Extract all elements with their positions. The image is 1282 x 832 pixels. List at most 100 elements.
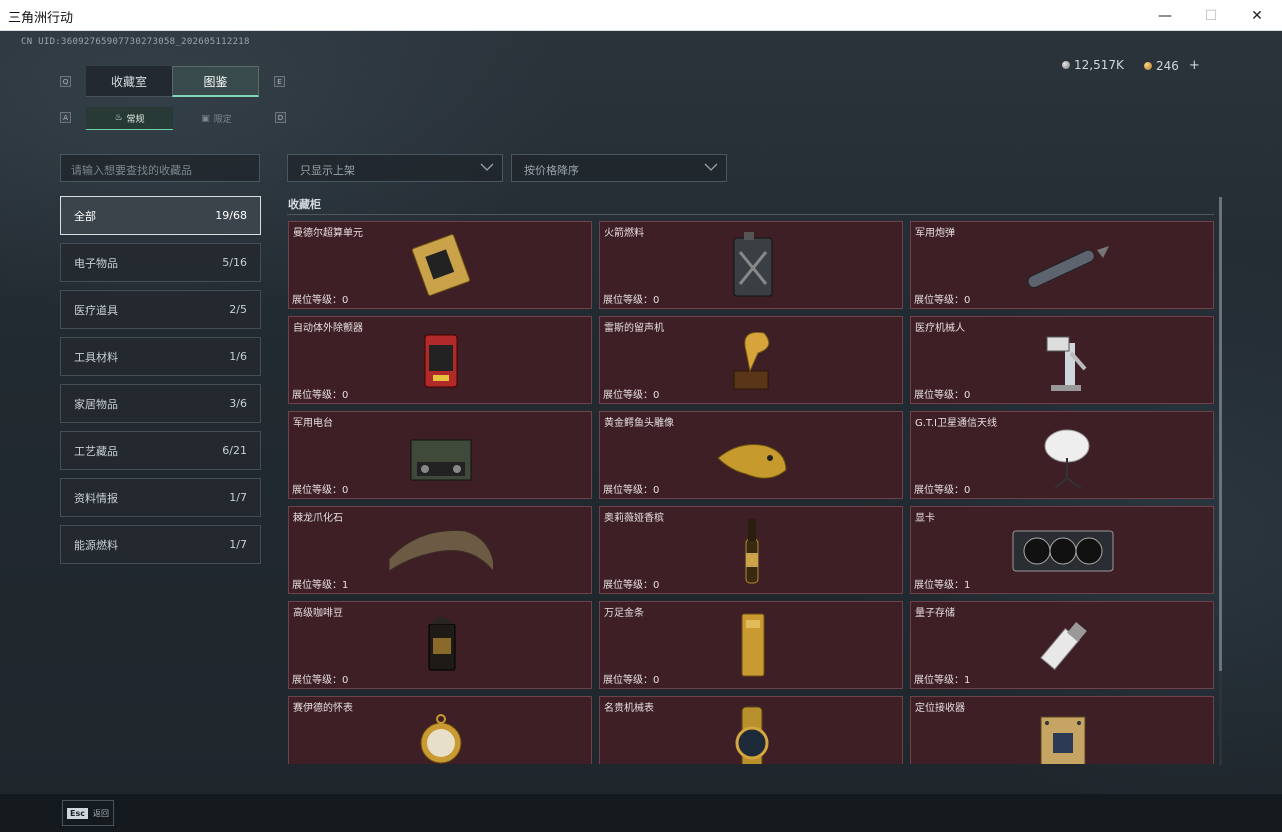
- collection-card[interactable]: 定位接收器: [910, 696, 1214, 764]
- item-level: 展位等级：0: [603, 386, 659, 401]
- category-item[interactable]: 资料情报 1/7: [60, 478, 261, 517]
- back-button[interactable]: Esc 返回: [62, 800, 114, 826]
- collection-card[interactable]: 军用炮弹展位等级：0: [910, 221, 1214, 309]
- chevron-down-icon: [480, 163, 494, 171]
- level-value: 0: [342, 295, 349, 306]
- collection-card[interactable]: 黄金鳄鱼头雕像 展位等级：0: [599, 411, 903, 499]
- item-level: 展位等级：0: [914, 481, 970, 496]
- item-name: 军用电台: [293, 418, 333, 429]
- item-name: 名贵机械表: [604, 703, 654, 714]
- item-name: 军用炮弹: [915, 228, 955, 239]
- category-count: 1/7: [229, 538, 247, 551]
- search-input[interactable]: 请输入想要查找的收藏品: [60, 154, 260, 182]
- item-name: 黄金鳄鱼头雕像: [604, 418, 674, 429]
- level-prefix: 展位等级：: [914, 675, 964, 686]
- level-value: 0: [653, 295, 660, 306]
- collection-grid: 曼德尔超算单元 展位等级：0 火箭燃料 展位等级：0 军用炮弹 展位等级：0 自动体外除颤器…: [287, 221, 1214, 764]
- level-prefix: 展位等级：: [603, 675, 653, 686]
- category-item[interactable]: 电子物品 5/16: [60, 243, 261, 282]
- collection-card[interactable]: 赛伊德的怀表: [288, 696, 592, 764]
- champagne-icon: [700, 513, 804, 587]
- level-prefix: 展位等级：: [292, 675, 342, 686]
- flame-icon: ♨: [114, 113, 123, 123]
- item-name: 显卡: [915, 513, 935, 524]
- maximize-button[interactable]: ☐: [1188, 0, 1234, 31]
- tab-collection-room[interactable]: 收藏室: [86, 66, 172, 97]
- category-item[interactable]: 工艺藏品 6/21: [60, 431, 261, 470]
- item-level: 展位等级：0: [914, 291, 970, 306]
- collection-card[interactable]: 名贵机械表: [599, 696, 903, 764]
- level-prefix: 展位等级：: [603, 295, 653, 306]
- filter-shelf-dropdown[interactable]: 只显示上架: [287, 154, 503, 182]
- item-name: 医疗机械人: [915, 323, 965, 334]
- item-level: 展位等级：1: [914, 576, 970, 591]
- bottom-bar: [0, 794, 1282, 832]
- item-name: 棘龙爪化石: [293, 513, 343, 524]
- gold-coin-icon: [1144, 61, 1152, 70]
- sort-dropdown[interactable]: 按价格降序: [511, 154, 727, 182]
- key-hint-next-tab: E: [274, 76, 285, 87]
- category-label: 电子物品: [74, 256, 118, 270]
- key-hint-prev-tab: Q: [60, 76, 71, 87]
- item-level: 展位等级：0: [603, 291, 659, 306]
- item-name: 火箭燃料: [604, 228, 644, 239]
- item-level: 展位等级：1: [914, 671, 970, 686]
- collection-card[interactable]: G.T.I卫星通信天线 展位等级：0: [910, 411, 1214, 499]
- subtab-regular[interactable]: ♨ 常规: [86, 107, 173, 130]
- category-item[interactable]: 家居物品 3/6: [60, 384, 261, 423]
- level-value: 0: [342, 485, 349, 496]
- item-name: 量子存储: [915, 608, 955, 619]
- level-value: 0: [653, 485, 660, 496]
- subtab-regular-label: 常规: [126, 114, 145, 125]
- category-item[interactable]: 医疗道具 2/5: [60, 290, 261, 329]
- close-button[interactable]: ✕: [1234, 0, 1280, 31]
- section-title: 收藏柜: [288, 198, 321, 211]
- category-label: 家居物品: [74, 397, 118, 411]
- category-label: 全部: [74, 209, 96, 223]
- level-value: 0: [653, 675, 660, 686]
- gramophone-icon: [700, 323, 804, 397]
- collection-card[interactable]: 奥莉薇娅香槟 展位等级：0: [599, 506, 903, 594]
- scrollbar-thumb[interactable]: [1219, 197, 1222, 671]
- collection-card[interactable]: 曼德尔超算单元 展位等级：0: [288, 221, 592, 309]
- collection-card[interactable]: 棘龙爪化石 展位等级：1: [288, 506, 592, 594]
- collection-card[interactable]: 医疗机械人展位等级：0: [910, 316, 1214, 404]
- tab-codex[interactable]: 图鉴: [172, 66, 259, 97]
- subtab-limited[interactable]: ▣ 限定: [173, 107, 260, 130]
- item-level: 展位等级：0: [292, 671, 348, 686]
- wristwatch-icon: [700, 703, 804, 764]
- item-level: 展位等级：0: [914, 386, 970, 401]
- level-prefix: 展位等级：: [292, 295, 342, 306]
- level-value: 0: [964, 485, 971, 496]
- level-prefix: 展位等级：: [914, 390, 964, 401]
- currency-silver-value: 12,517K: [1074, 58, 1124, 72]
- category-count: 1/7: [229, 491, 247, 504]
- collection-card[interactable]: 量子存储展位等级：1: [910, 601, 1214, 689]
- collection-card[interactable]: 雷斯的留声机展位等级：0: [599, 316, 903, 404]
- level-value: 1: [342, 580, 349, 591]
- claw-fossil-icon: [389, 513, 493, 587]
- category-count: 1/6: [229, 350, 247, 363]
- collection-card[interactable]: 高级咖啡豆 展位等级：0: [288, 601, 592, 689]
- level-prefix: 展位等级：: [603, 580, 653, 591]
- minimize-button[interactable]: —: [1142, 0, 1188, 31]
- sort-value: 按价格降序: [524, 164, 579, 177]
- level-value: 1: [964, 580, 971, 591]
- category-item[interactable]: 工具材料 1/6: [60, 337, 261, 376]
- radio-icon: [389, 418, 493, 492]
- chevron-down-icon: [704, 163, 718, 171]
- collection-card[interactable]: 显卡展位等级：1: [910, 506, 1214, 594]
- add-currency-button[interactable]: +: [1189, 58, 1200, 73]
- category-item[interactable]: 全部 19/68: [60, 196, 261, 235]
- category-count: 19/68: [215, 209, 247, 222]
- collection-card[interactable]: 万足金条 展位等级：0: [599, 601, 903, 689]
- category-count: 3/6: [229, 397, 247, 410]
- collection-card[interactable]: 军用电台 展位等级：0: [288, 411, 592, 499]
- item-level: 展位等级：0: [603, 576, 659, 591]
- item-name: 雷斯的留声机: [604, 323, 664, 334]
- collection-card[interactable]: 自动体外除颤器 展位等级：0: [288, 316, 592, 404]
- satellite-dish-icon: [1011, 418, 1115, 492]
- category-item[interactable]: 能源燃料 1/7: [60, 525, 261, 564]
- category-label: 资料情报: [74, 491, 118, 505]
- collection-card[interactable]: 火箭燃料展位等级：0: [599, 221, 903, 309]
